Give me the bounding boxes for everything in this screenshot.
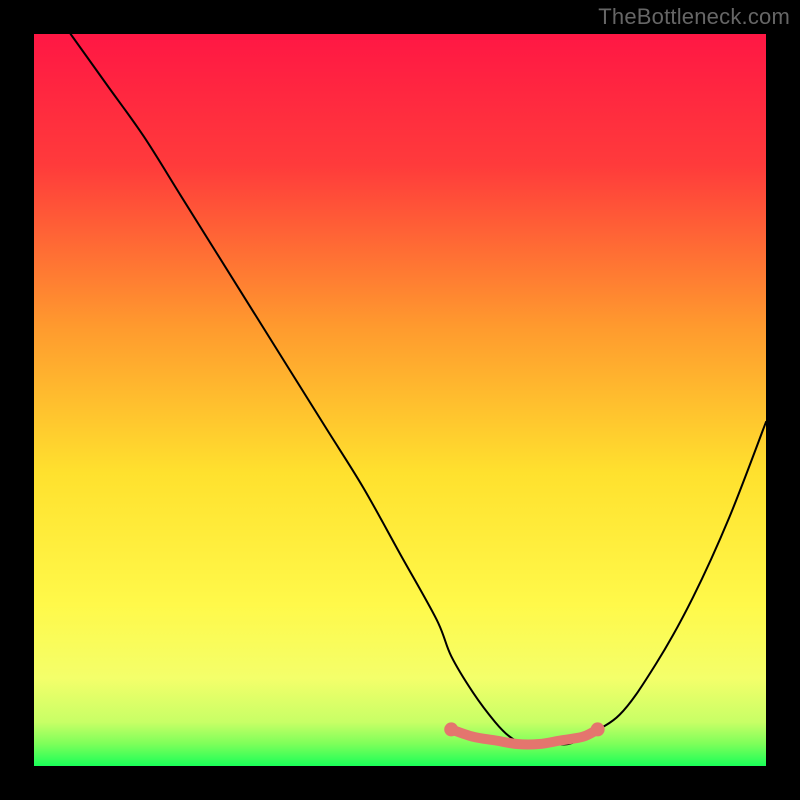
optimal-zone-end-dot [444,722,458,736]
optimal-zone-end-dot [591,722,605,736]
chart-curve-layer [34,34,766,766]
chart-plot-area [34,34,766,766]
optimal-zone-marker [451,729,597,744]
watermark-text: TheBottleneck.com [598,4,790,30]
bottleneck-curve [71,34,766,745]
